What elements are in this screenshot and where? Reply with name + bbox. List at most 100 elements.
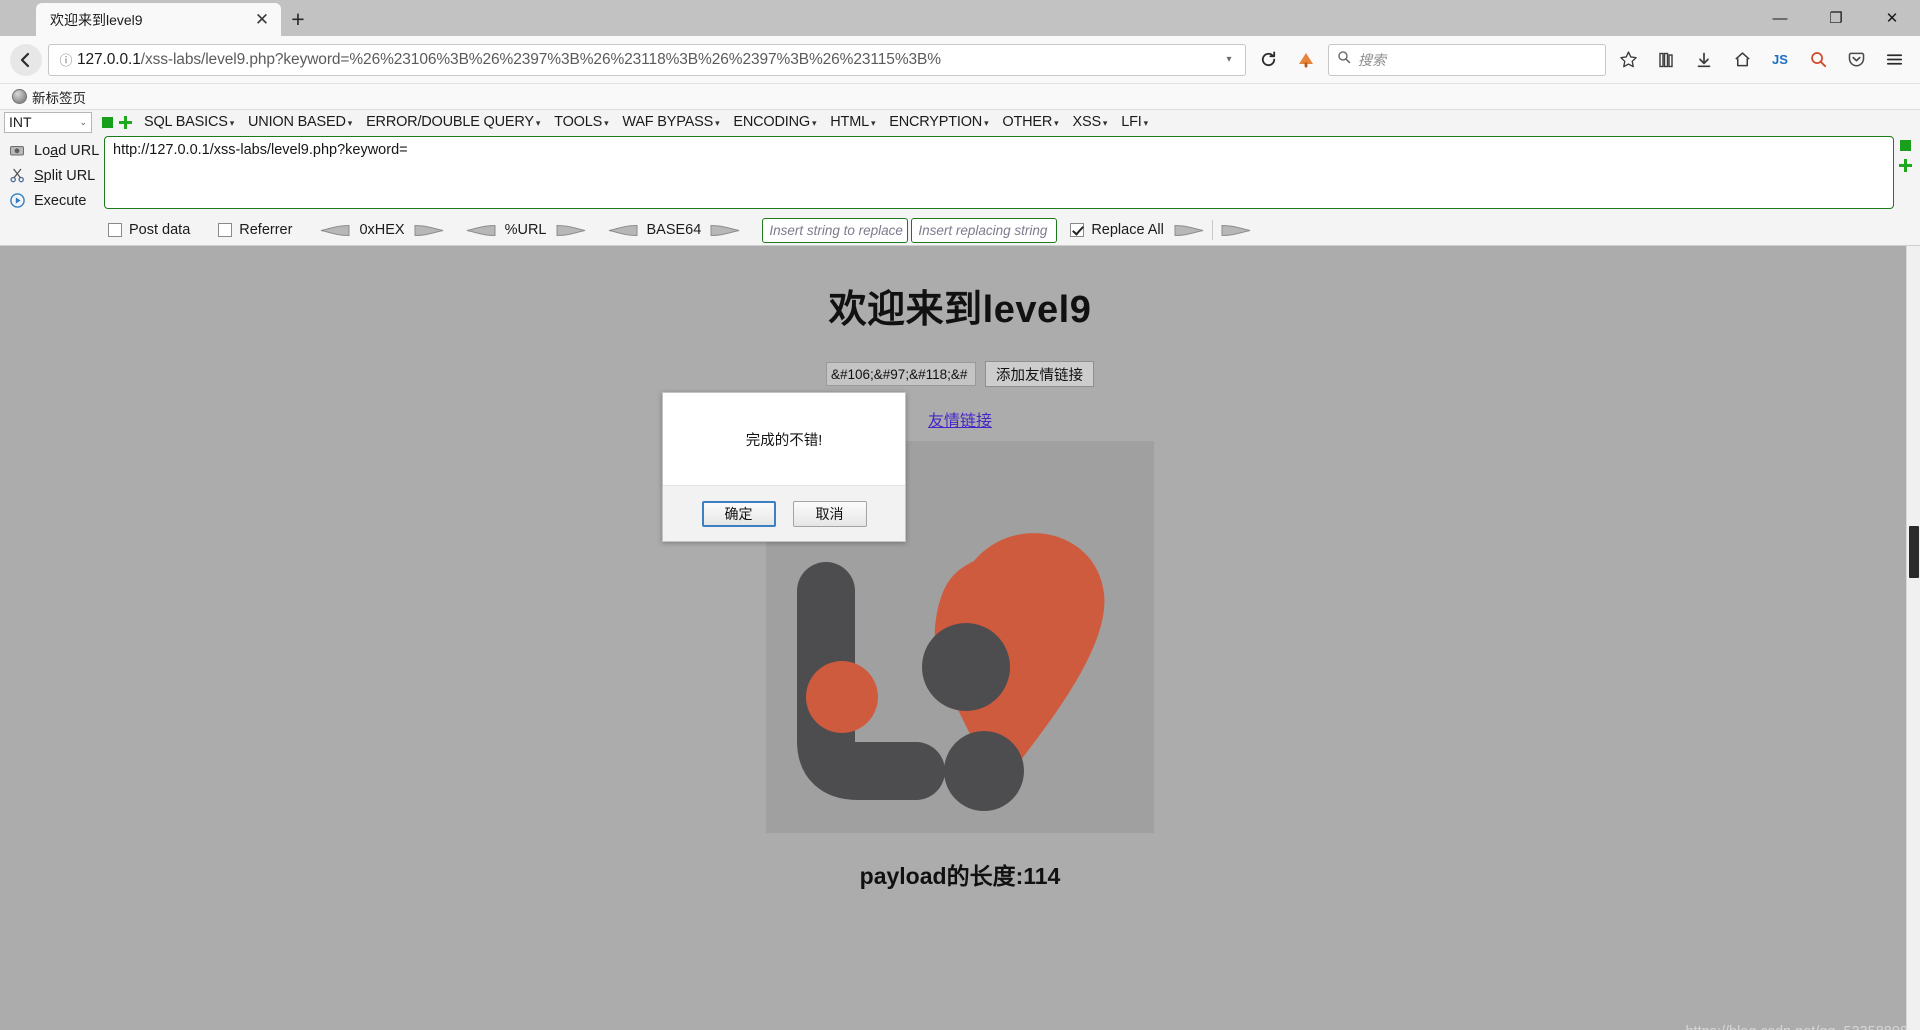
url-bar[interactable]: ⓘ 127.0.0.1/xss-labs/level9.php?keyword=… bbox=[48, 43, 1246, 76]
add-row-plus-icon[interactable] bbox=[1898, 159, 1912, 172]
chevron-down-icon: ⌄ bbox=[79, 116, 87, 127]
stop-square-icon[interactable] bbox=[102, 116, 113, 128]
url-path: /xss-labs/level9.php?keyword=%26%23106%3… bbox=[140, 50, 941, 68]
bookmarks-bar: 新标签页 bbox=[0, 84, 1920, 110]
replace-search-input[interactable]: Insert string to replace bbox=[762, 217, 909, 243]
new-tab-button[interactable]: + bbox=[281, 3, 315, 36]
site-info-icon[interactable]: ⓘ bbox=[55, 49, 77, 71]
pocket-icon[interactable] bbox=[1840, 44, 1872, 76]
encode-left-arrow-icon[interactable] bbox=[466, 224, 496, 237]
bookmark-star-icon[interactable] bbox=[1612, 44, 1644, 76]
dialog-confirm-button[interactable]: 确定 bbox=[701, 500, 776, 527]
chevron-down-icon: ▾ bbox=[604, 118, 609, 128]
menu-other[interactable]: OTHER ▾ bbox=[995, 112, 1065, 132]
library-icon[interactable] bbox=[1650, 44, 1682, 76]
hackbar-type-select[interactable]: INT ⌄ bbox=[4, 111, 92, 133]
add-friend-link-button[interactable]: 添加友情链接 bbox=[985, 361, 1094, 387]
encode-left-arrow-icon[interactable] bbox=[320, 224, 350, 237]
js-badge: JS bbox=[1772, 52, 1788, 67]
chevron-down-icon: ▾ bbox=[715, 118, 720, 128]
checkbox-box bbox=[108, 223, 122, 237]
split-url-button[interactable]: Split URL bbox=[4, 163, 104, 188]
encoder-url: %URL bbox=[466, 222, 586, 238]
add-plus-icon[interactable] bbox=[119, 115, 132, 129]
menu-xss[interactable]: XSS ▾ bbox=[1066, 112, 1115, 132]
encoder-label: %URL bbox=[504, 222, 547, 238]
encode-left-arrow-icon[interactable] bbox=[608, 224, 638, 237]
home-icon[interactable] bbox=[1726, 44, 1758, 76]
decode-right-arrow-icon[interactable] bbox=[710, 224, 740, 237]
referrer-checkbox[interactable]: Referrer bbox=[218, 222, 292, 238]
collapse-square-icon[interactable] bbox=[1899, 140, 1911, 151]
watermark-text: https://blog.csdn.net/qq_52358808 bbox=[1685, 1024, 1908, 1030]
menu-encryption[interactable]: ENCRYPTION ▾ bbox=[882, 112, 995, 132]
close-window-button[interactable]: ✕ bbox=[1864, 0, 1920, 36]
hackbar-menu-row: INT ⌄ SQL BASICS ▾ UNION BASED ▾ ERROR/DOU… bbox=[0, 110, 1920, 134]
menu-label: WAF BYPASS bbox=[622, 114, 714, 130]
execute-button[interactable]: Execute bbox=[4, 188, 104, 213]
menu-union-based[interactable]: UNION BASED ▾ bbox=[241, 112, 359, 132]
browser-tab[interactable]: 欢迎来到level9 ✕ bbox=[36, 3, 281, 36]
hackbar-url-textarea[interactable]: http://127.0.0.1/xss-labs/level9.php?key… bbox=[104, 136, 1894, 209]
navigation-toolbar: ⓘ 127.0.0.1/xss-labs/level9.php?keyword=… bbox=[0, 36, 1920, 84]
encoder-base64: BASE64 bbox=[608, 222, 741, 238]
url-host: 127.0.0.1 bbox=[77, 50, 141, 68]
load-url-icon bbox=[8, 142, 26, 159]
scrollbar-thumb[interactable] bbox=[1909, 526, 1919, 578]
hackbar-options-row: Post data Referrer 0xHEX %URL BASE64 Ins… bbox=[0, 217, 1920, 245]
encoder-label: BASE64 bbox=[646, 222, 702, 238]
zoom-search-icon[interactable] bbox=[1802, 44, 1834, 76]
replace-all-checkbox[interactable]: Replace All bbox=[1070, 222, 1164, 238]
menu-sql-basics[interactable]: SQL BASICS ▾ bbox=[137, 112, 241, 132]
menu-label: UNION BASED bbox=[248, 114, 346, 130]
bookmark-item[interactable]: 新标签页 bbox=[8, 85, 90, 109]
minimize-button[interactable]: — bbox=[1752, 0, 1808, 36]
menu-tools[interactable]: TOOLS ▾ bbox=[547, 112, 615, 132]
decode-right-arrow-icon[interactable] bbox=[414, 224, 444, 237]
search-bar[interactable]: 搜索 bbox=[1328, 43, 1606, 76]
hackbar-action-list: Load URL Split URL Execute bbox=[4, 136, 104, 213]
url-text: 127.0.0.1/xss-labs/level9.php?keyword=%2… bbox=[77, 51, 1219, 69]
menu-html[interactable]: HTML ▾ bbox=[823, 112, 882, 132]
menu-lfi[interactable]: LFI ▾ bbox=[1114, 112, 1155, 132]
menu-label: ENCRYPTION bbox=[889, 114, 983, 130]
dialog-buttons: 确定 取消 bbox=[663, 485, 905, 541]
search-input[interactable]: 搜索 bbox=[1358, 50, 1386, 70]
vertical-scrollbar[interactable] bbox=[1906, 246, 1920, 1030]
chevron-down-icon: ▾ bbox=[870, 118, 876, 128]
hackbar-extension-icon[interactable] bbox=[1290, 44, 1322, 76]
javascript-toggle-icon[interactable]: JS bbox=[1764, 44, 1796, 76]
downloads-icon[interactable] bbox=[1688, 44, 1720, 76]
checkbox-box bbox=[218, 223, 233, 237]
keyword-input[interactable]: &#106;&#97;&#118;&# bbox=[826, 362, 976, 386]
split-url-icon bbox=[8, 167, 26, 184]
chevron-down-icon: ▾ bbox=[984, 118, 989, 128]
menu-label: XSS bbox=[1072, 114, 1102, 130]
close-tab-icon[interactable]: ✕ bbox=[251, 9, 273, 31]
chevron-down-icon: ▾ bbox=[811, 118, 817, 128]
back-icon[interactable] bbox=[10, 43, 42, 76]
menu-waf-bypass[interactable]: WAF BYPASS ▾ bbox=[615, 112, 726, 132]
post-data-checkbox[interactable]: Post data bbox=[108, 222, 190, 238]
menu-hamburger-icon[interactable] bbox=[1878, 44, 1910, 76]
menu-label: OTHER bbox=[1002, 114, 1053, 130]
friend-link[interactable]: 友情链接 bbox=[928, 407, 992, 431]
menu-label: TOOLS bbox=[554, 114, 603, 130]
toolbar-divider bbox=[1211, 220, 1213, 240]
replace-with-input[interactable]: Insert replacing string bbox=[911, 217, 1058, 243]
dialog-cancel-button[interactable]: 取消 bbox=[792, 500, 867, 527]
chevron-down-icon[interactable]: ▾ bbox=[1219, 54, 1239, 65]
replace-apply-arrow-icon[interactable] bbox=[1174, 224, 1204, 237]
load-url-button[interactable]: Load URL bbox=[4, 138, 104, 163]
reload-icon[interactable] bbox=[1252, 44, 1284, 76]
decode-right-arrow-icon[interactable] bbox=[556, 224, 586, 237]
menu-encoding[interactable]: ENCODING ▾ bbox=[726, 112, 823, 132]
menu-label: LFI bbox=[1121, 114, 1142, 130]
extra-apply-arrow-icon[interactable] bbox=[1221, 224, 1251, 237]
page-title: 欢迎来到level9 bbox=[828, 289, 1092, 331]
confirm-dialog: 完成的不错! 确定 取消 bbox=[662, 392, 906, 542]
replace-all-label: Replace All bbox=[1091, 222, 1164, 238]
maximize-button[interactable]: ❐ bbox=[1808, 0, 1864, 36]
execute-label: Execute bbox=[34, 192, 87, 209]
menu-error-double-query[interactable]: ERROR/DOUBLE QUERY ▾ bbox=[359, 112, 547, 132]
